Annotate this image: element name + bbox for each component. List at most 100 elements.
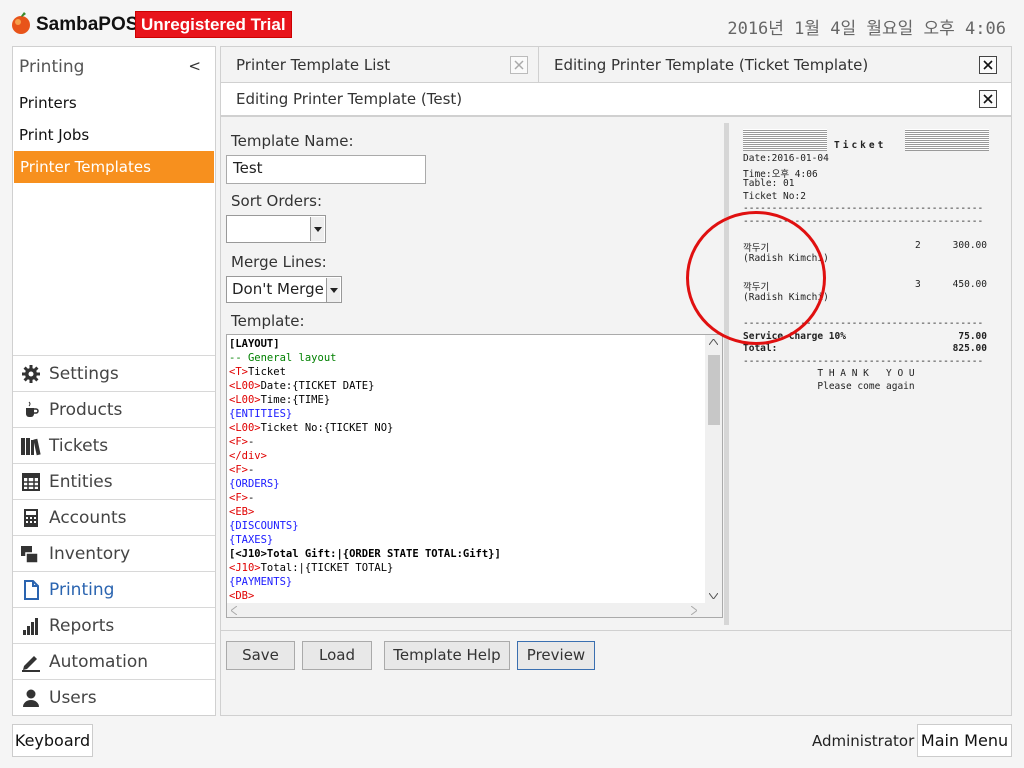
grid-icon: [19, 471, 43, 493]
code-tag: <L00>: [229, 422, 261, 434]
code-text: Time:{TIME}: [260, 394, 331, 406]
nav-item-products[interactable]: Products: [13, 391, 215, 427]
save-button[interactable]: Save: [226, 641, 295, 670]
code-line: <F>-: [229, 491, 501, 505]
keyboard-button[interactable]: Keyboard: [12, 724, 93, 757]
nav-item-inventory[interactable]: Inventory: [13, 535, 215, 571]
code-text: </div>: [229, 450, 267, 462]
nav-label: Accounts: [49, 507, 127, 528]
tab-editing-ticket-template[interactable]: Editing Printer Template (Ticket Templat…: [539, 47, 1011, 83]
thank-you-text: T H A N K Y O U: [817, 368, 915, 379]
nav-item-tickets[interactable]: Tickets: [13, 427, 215, 463]
template-help-button[interactable]: Template Help: [384, 641, 510, 670]
hatch-decoration: [905, 129, 989, 151]
section-header[interactable]: Printing <: [13, 47, 215, 87]
calculator-icon: [19, 507, 43, 529]
nav-item-reports[interactable]: Reports: [13, 607, 215, 643]
sort-orders-label: Sort Orders:: [231, 192, 323, 210]
preview-button[interactable]: Preview: [517, 641, 595, 670]
nav-label: Settings: [49, 363, 119, 384]
template-editor[interactable]: [LAYOUT] -- General layout <T>Ticket <L00>D…: [226, 334, 723, 618]
user-icon: [19, 687, 43, 709]
nav-item-entities[interactable]: Entities: [13, 463, 215, 499]
code-tag: <J10>: [229, 562, 261, 574]
preview-title: Ticket: [834, 140, 887, 151]
code-text: -- General layout: [229, 352, 337, 364]
left-panel: Printing < Printers Print Jobs Printer T…: [12, 46, 216, 716]
nav-label: Entities: [49, 471, 113, 492]
load-button[interactable]: Load: [302, 641, 372, 670]
document-title: Editing Printer Template (Test): [236, 90, 463, 108]
item-price: 300.00: [952, 240, 987, 251]
nav-item-automation[interactable]: Automation: [13, 643, 215, 679]
coffee-cup-icon: [19, 399, 43, 421]
editor-panel: Template Name: Test Sort Orders: Merge L…: [220, 116, 1012, 716]
tab-printer-template-list[interactable]: Printer Template List: [221, 47, 539, 83]
pen-icon: [19, 651, 43, 673]
code-line: [LAYOUT]: [229, 337, 501, 351]
nav-label: Users: [49, 687, 97, 708]
code-line: <DB>: [229, 589, 501, 603]
subitem-printers[interactable]: Printers: [13, 87, 215, 119]
nav-label: Inventory: [49, 543, 131, 564]
code-text: <EB>: [229, 506, 255, 518]
service-charge-value: 75.00: [958, 330, 987, 342]
code-line: <L00>Time:{TIME}: [229, 393, 501, 407]
code-line: {DISCOUNTS}: [229, 519, 501, 533]
code-text: Ticket No:{TICKET NO}: [260, 422, 394, 434]
code-line: {ENTITIES}: [229, 407, 501, 421]
code-line: </div>: [229, 449, 501, 463]
code-line: [<J10>Total Gift:|{ORDER STATE TOTAL:Gif…: [229, 547, 501, 561]
chevron-down-icon[interactable]: [310, 217, 324, 241]
nav-item-accounts[interactable]: Accounts: [13, 499, 215, 535]
code-line: -- General layout: [229, 351, 501, 365]
code-text: Date:{TICKET DATE}: [260, 380, 375, 392]
nav-item-printing[interactable]: Printing: [13, 571, 215, 607]
scrollbar-thumb[interactable]: [708, 355, 720, 425]
vertical-scrollbar[interactable]: [705, 335, 722, 605]
tab-strip: Printer Template List Editing Printer Te…: [220, 46, 1012, 83]
highlight-circle-annotation: [686, 211, 826, 345]
merge-lines-select[interactable]: Don't Merge: [226, 276, 342, 303]
preview-line: Ticket No:2: [743, 190, 806, 202]
template-label: Template:: [231, 312, 305, 330]
close-icon[interactable]: [979, 56, 997, 74]
close-icon[interactable]: [979, 90, 997, 108]
main-nav: Settings Products Tickets Entities Accou…: [13, 355, 215, 715]
nav-item-settings[interactable]: Settings: [13, 355, 215, 391]
panel-splitter[interactable]: [724, 123, 729, 625]
template-name-input[interactable]: Test: [226, 155, 426, 184]
template-name-label: Template Name:: [231, 132, 354, 150]
brand-name: SambaPOS: [36, 14, 139, 35]
boxes-icon: [19, 543, 43, 565]
chevron-down-icon[interactable]: [326, 278, 340, 302]
subitem-printer-templates[interactable]: Printer Templates: [14, 151, 214, 183]
code-text: <DB>: [229, 590, 255, 602]
sort-orders-select[interactable]: [226, 215, 326, 243]
subitem-print-jobs[interactable]: Print Jobs: [13, 119, 215, 151]
code-line: <T>Ticket: [229, 365, 501, 379]
nav-label: Printing: [49, 579, 115, 600]
tab-label: Printer Template List: [236, 56, 391, 74]
tab-label: Editing Printer Template (Ticket Templat…: [554, 56, 869, 74]
item-qty: 2: [915, 240, 921, 251]
code-tag: <L00>: [229, 380, 261, 392]
preview-line: Date:2016-01-04: [743, 153, 829, 164]
code-tag: <F>: [229, 436, 248, 448]
select-value: Don't Merge: [232, 280, 324, 298]
code-line: <F>-: [229, 463, 501, 477]
code-text: {PAYMENTS}: [229, 576, 293, 588]
code-tag: <L00>: [229, 394, 261, 406]
come-again-text: Please come again: [817, 381, 915, 392]
code-text: Ticket: [247, 366, 286, 378]
horizontal-scrollbar[interactable]: [227, 603, 722, 617]
nav-item-users[interactable]: Users: [13, 679, 215, 715]
code-text: Total:|{TICKET TOTAL}: [260, 562, 394, 574]
collapse-chevron-icon[interactable]: <: [188, 57, 201, 75]
nav-label: Reports: [49, 615, 115, 636]
code-text: {ENTITIES}: [229, 408, 293, 420]
code-line: <J10>Total:|{TICKET TOTAL}: [229, 561, 501, 575]
merge-lines-label: Merge Lines:: [231, 253, 327, 271]
close-icon[interactable]: [510, 56, 528, 74]
main-menu-button[interactable]: Main Menu: [917, 724, 1012, 757]
